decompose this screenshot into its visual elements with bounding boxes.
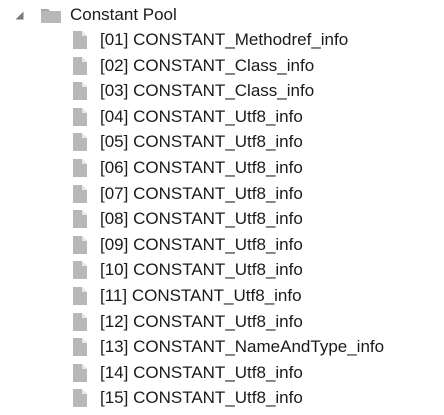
file-icon bbox=[72, 286, 88, 306]
file-icon bbox=[72, 312, 88, 332]
tree-item-label: [04] CONSTANT_Utf8_info bbox=[100, 106, 303, 126]
tree-item[interactable]: [01] CONSTANT_Methodref_info bbox=[72, 28, 348, 52]
chevron-down-icon[interactable] bbox=[10, 6, 28, 24]
file-icon bbox=[72, 56, 88, 76]
tree-item-label: [05] CONSTANT_Utf8_info bbox=[100, 132, 303, 152]
file-icon bbox=[72, 337, 88, 357]
tree-item[interactable]: [11] CONSTANT_Utf8_info bbox=[72, 284, 302, 308]
file-icon bbox=[72, 209, 88, 229]
tree-item[interactable]: [13] CONSTANT_NameAndType_info bbox=[72, 335, 384, 359]
file-icon bbox=[72, 107, 88, 127]
tree-item-label: [03] CONSTANT_Class_info bbox=[100, 81, 315, 101]
tree-item-label: [01] CONSTANT_Methodref_info bbox=[100, 30, 349, 49]
tree-root-constant-pool[interactable]: Constant Pool bbox=[10, 3, 177, 27]
tree-item[interactable]: [02] CONSTANT_Class_info bbox=[72, 54, 314, 78]
folder-icon bbox=[40, 6, 62, 24]
file-icon bbox=[72, 184, 88, 204]
file-icon bbox=[72, 81, 88, 101]
tree-root-label: Constant Pool bbox=[70, 5, 177, 24]
tree-item-label: [14] CONSTANT_Utf8_info bbox=[100, 362, 303, 382]
tree-item-label: [02] CONSTANT_Class_info bbox=[100, 55, 315, 75]
tree-item-label: [06] CONSTANT_Utf8_info bbox=[100, 158, 303, 177]
file-icon bbox=[72, 260, 88, 280]
file-icon bbox=[72, 363, 88, 383]
tree-item[interactable]: [06] CONSTANT_Utf8_info bbox=[72, 156, 303, 180]
tree-item[interactable]: [04] CONSTANT_Utf8_info bbox=[72, 105, 303, 129]
tree-item[interactable]: [08] CONSTANT_Utf8_info bbox=[72, 207, 303, 231]
tree-item[interactable]: [15] CONSTANT_Utf8_info bbox=[72, 386, 303, 410]
tree-item[interactable]: [09] CONSTANT_Utf8_info bbox=[72, 233, 303, 257]
tree-item[interactable]: [14] CONSTANT_Utf8_info bbox=[72, 361, 303, 385]
tree-item-label: [15] CONSTANT_Utf8_info bbox=[100, 388, 303, 408]
tree-item-label: [10] CONSTANT_Utf8_info bbox=[100, 260, 303, 280]
tree-item[interactable]: [12] CONSTANT_Utf8_info bbox=[72, 310, 303, 334]
tree-item[interactable]: [07] CONSTANT_Utf8_info bbox=[72, 182, 303, 206]
file-icon bbox=[72, 132, 88, 152]
tree-item-label: [13] CONSTANT_NameAndType_info bbox=[100, 337, 385, 357]
constant-pool-tree: Constant Pool [01] CONSTANT_Methodref_in… bbox=[0, 0, 444, 414]
file-icon bbox=[72, 388, 88, 408]
tree-item-label: [09] CONSTANT_Utf8_info bbox=[100, 234, 303, 254]
tree-item[interactable]: [03] CONSTANT_Class_info bbox=[72, 79, 314, 103]
tree-item-label: [08] CONSTANT_Utf8_info bbox=[100, 209, 303, 229]
tree-item-label: [07] CONSTANT_Utf8_info bbox=[100, 183, 303, 203]
file-icon bbox=[72, 30, 88, 50]
file-icon bbox=[72, 235, 88, 255]
file-icon bbox=[72, 158, 88, 178]
tree-item[interactable]: [10] CONSTANT_Utf8_info bbox=[72, 258, 303, 282]
tree-item-label: [11] CONSTANT_Utf8_info bbox=[100, 286, 302, 305]
tree-item-label: [12] CONSTANT_Utf8_info bbox=[100, 311, 303, 331]
tree-item[interactable]: [05] CONSTANT_Utf8_info bbox=[72, 130, 303, 154]
